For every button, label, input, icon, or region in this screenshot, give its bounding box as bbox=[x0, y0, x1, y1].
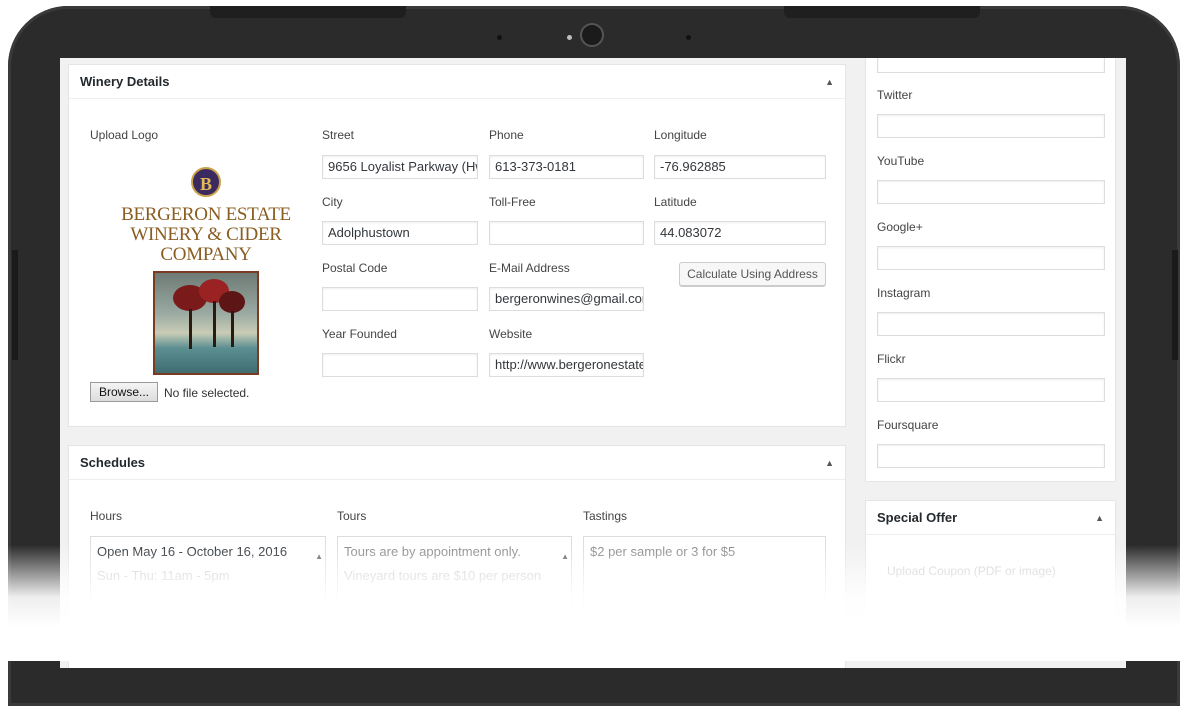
schedules-title: Schedules bbox=[80, 455, 146, 470]
collapse-arrow-icon[interactable]: ▲ bbox=[1095, 513, 1104, 523]
bezel-vent-right bbox=[784, 6, 980, 18]
hours-line-2: Sun - Thu: 11am - 5pm bbox=[97, 568, 230, 583]
website-input[interactable]: http://www.bergeronestate bbox=[489, 353, 644, 377]
flickr-label: Flickr bbox=[877, 352, 906, 366]
instagram-input[interactable] bbox=[877, 312, 1105, 336]
google-plus-label: Google+ bbox=[877, 220, 923, 234]
youtube-label: YouTube bbox=[877, 154, 925, 168]
upload-coupon-label: Upload Coupon (PDF or image) bbox=[887, 564, 1056, 578]
winery-logo: B BERGERON ESTATE WINERY & CIDER COMPANY bbox=[113, 167, 299, 375]
flickr-input[interactable] bbox=[877, 378, 1105, 402]
screen: Winery Details ▲ Upload Logo B BERGERON … bbox=[60, 58, 1126, 668]
special-offer-header[interactable]: Special Offer ▲ bbox=[866, 501, 1115, 535]
logo-monogram: B bbox=[191, 167, 221, 197]
google-plus-input[interactable] bbox=[877, 246, 1105, 270]
instagram-label: Instagram bbox=[877, 286, 931, 300]
youtube-input[interactable] bbox=[877, 180, 1105, 204]
year-founded-input[interactable] bbox=[322, 353, 478, 377]
email-input[interactable]: bergeronwines@gmail.com bbox=[489, 287, 644, 311]
logo-text-line-3: COMPANY bbox=[160, 244, 252, 265]
sensor-dot bbox=[686, 35, 691, 40]
bezel-side-right bbox=[1172, 250, 1178, 360]
file-status-text: No file selected. bbox=[164, 386, 250, 400]
tours-label: Tours bbox=[337, 509, 367, 523]
longitude-input[interactable]: -76.962885 bbox=[654, 155, 826, 179]
tours-line-2: Vineyard tours are $10 per person bbox=[344, 568, 542, 583]
special-offer-title: Special Offer bbox=[877, 510, 958, 525]
winery-details-box: Winery Details ▲ Upload Logo B BERGERON … bbox=[68, 64, 846, 427]
tastings-textarea[interactable]: $2 per sample or 3 for $5 bbox=[583, 536, 826, 616]
latitude-label: Latitude bbox=[654, 195, 697, 209]
tours-line-1: Tours are by appointment only. bbox=[344, 544, 521, 559]
special-offer-box: Special Offer ▲ Upload Coupon (PDF or im… bbox=[865, 500, 1116, 650]
phone-label: Phone bbox=[489, 128, 524, 142]
toll-free-input[interactable] bbox=[489, 221, 644, 245]
social-input-top[interactable] bbox=[877, 58, 1105, 73]
twitter-input[interactable] bbox=[877, 114, 1105, 138]
webcam-icon bbox=[580, 23, 604, 47]
tastings-line-1: $2 per sample or 3 for $5 bbox=[590, 544, 736, 559]
browse-button[interactable]: Browse... bbox=[90, 382, 159, 402]
logo-text-line-2: WINERY & CIDER bbox=[130, 224, 282, 245]
schedules-header[interactable]: Schedules ▲ bbox=[69, 446, 845, 480]
upload-logo-label: Upload Logo bbox=[90, 128, 159, 142]
foursquare-input[interactable] bbox=[877, 444, 1105, 468]
toll-free-label: Toll-Free bbox=[489, 195, 536, 209]
logo-painting-image bbox=[153, 271, 259, 375]
city-label: City bbox=[322, 195, 343, 209]
longitude-label: Longitude bbox=[654, 128, 707, 142]
schedules-box: Schedules ▲ Hours Open May 16 - October … bbox=[68, 445, 846, 668]
sensor-dot bbox=[497, 35, 502, 40]
collapse-arrow-icon[interactable]: ▲ bbox=[825, 77, 834, 87]
winery-details-header[interactable]: Winery Details ▲ bbox=[69, 65, 845, 99]
phone-input[interactable]: 613-373-0181 bbox=[489, 155, 644, 179]
tours-textarea[interactable]: Tours are by appointment only. Vineyard … bbox=[337, 536, 572, 616]
street-label: Street bbox=[322, 128, 355, 142]
indicator-light bbox=[567, 35, 572, 40]
year-founded-label: Year Founded bbox=[322, 327, 397, 341]
bezel-vent-left bbox=[210, 6, 406, 18]
foursquare-label: Foursquare bbox=[877, 418, 939, 432]
winery-details-title: Winery Details bbox=[80, 74, 170, 89]
city-input[interactable]: Adolphustown bbox=[322, 221, 478, 245]
scroll-up-arrow-icon[interactable]: ▲ bbox=[315, 540, 323, 574]
twitter-label: Twitter bbox=[877, 88, 913, 102]
hours-textarea[interactable]: Open May 16 - October 16, 2016 Sun - Thu… bbox=[90, 536, 326, 616]
website-label: Website bbox=[489, 327, 533, 341]
tastings-label: Tastings bbox=[583, 509, 628, 523]
calculate-using-address-button[interactable]: Calculate Using Address bbox=[679, 262, 826, 286]
bezel-side-left bbox=[12, 250, 18, 360]
hours-line-1: Open May 16 - October 16, 2016 bbox=[97, 544, 288, 559]
hours-label: Hours bbox=[90, 509, 123, 523]
collapse-arrow-icon[interactable]: ▲ bbox=[825, 458, 834, 468]
scroll-up-arrow-icon[interactable]: ▲ bbox=[561, 540, 569, 574]
postal-code-label: Postal Code bbox=[322, 261, 388, 275]
social-links-box: Twitter YouTube Google+ Instagram Flickr… bbox=[865, 58, 1116, 482]
email-label: E-Mail Address bbox=[489, 261, 570, 275]
street-input[interactable]: 9656 Loyalist Parkway (Hw bbox=[322, 155, 478, 179]
latitude-input[interactable]: 44.083072 bbox=[654, 221, 826, 245]
logo-text-line-1: BERGERON ESTATE bbox=[121, 204, 291, 225]
postal-code-input[interactable] bbox=[322, 287, 478, 311]
